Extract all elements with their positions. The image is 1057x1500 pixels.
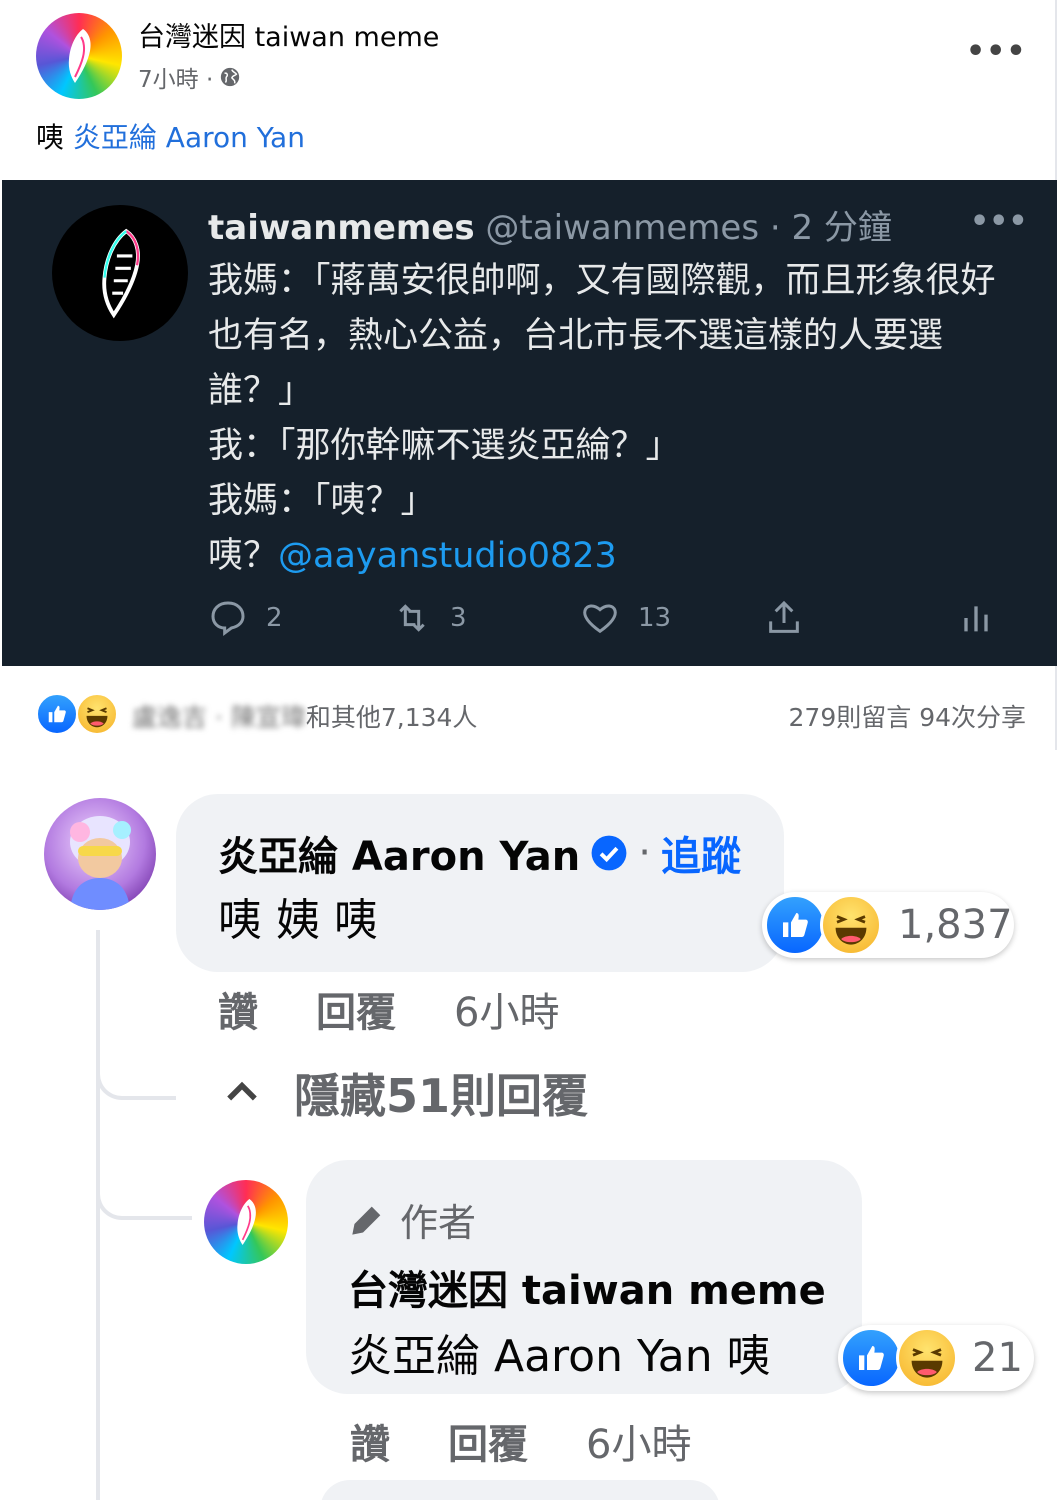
tweet-line: 我媽：「蔣萬安很帥啊，又有國際觀，而且形象很好也有名，熱心公益，台北市長不選這樣… xyxy=(208,261,996,411)
comment-reactions[interactable]: 1,837 xyxy=(762,892,1014,958)
comment-author: 炎亞綸 Aaron Yan · 追蹤 xyxy=(218,824,741,882)
next-comment-bubble xyxy=(320,1480,720,1500)
reply-actions: 讚 回覆 6小時 xyxy=(350,1412,691,1470)
tweet-analytics xyxy=(956,598,996,638)
reply-button[interactable]: 回覆 xyxy=(448,1412,528,1470)
hide-replies-label: 隱藏51則回覆 xyxy=(294,1069,589,1123)
tweet-body: 我媽：「蔣萬安很帥啊，又有國際觀，而且形象很好也有名，熱心公益，台北市長不選這樣… xyxy=(208,254,1018,584)
more-icon[interactable]: ••• xyxy=(966,34,1027,69)
share-icon xyxy=(769,600,799,633)
comment-count[interactable]: 279則留言 xyxy=(789,703,912,732)
author-label: 作者 xyxy=(400,1201,477,1245)
analytics-icon xyxy=(964,606,988,632)
reply-icon xyxy=(211,601,245,636)
heart-icon xyxy=(583,604,617,634)
taiwan-logo-icon xyxy=(102,228,140,319)
retweet-icon xyxy=(399,604,425,632)
comment-text: 咦 姨 咦 xyxy=(218,895,378,946)
reply-reactions[interactable]: 21 xyxy=(838,1325,1034,1391)
pencil-icon xyxy=(352,1206,381,1235)
comment-bubble: 炎亞綸 Aaron Yan · 追蹤 咦 姨 咦 xyxy=(176,794,784,972)
tweet-handle-time: @taiwanmemes · 2 分鐘 xyxy=(474,208,892,248)
haha-reaction-icon xyxy=(896,1327,958,1389)
chevron-up-icon xyxy=(227,1081,257,1101)
reply-time[interactable]: 6小時 xyxy=(586,1412,691,1470)
reaction-count: 21 xyxy=(972,1335,1023,1381)
post-card: 台灣迷因 taiwan meme 7小時 · ••• 咦 炎亞綸 Aaron Y… xyxy=(0,0,1057,750)
tweet-reply: 2 xyxy=(208,598,283,638)
tweet-screenshot: taiwanmemes @taiwanmemes · 2 分鐘 ••• 我媽：「… xyxy=(2,180,1057,666)
taiwan-logo-icon xyxy=(68,29,91,83)
follow-button[interactable]: 追蹤 xyxy=(661,824,741,882)
tweet-mention: @aayanstudio0823 xyxy=(278,536,617,576)
commenter-name[interactable]: 炎亞綸 Aaron Yan xyxy=(218,824,580,882)
tweet-share xyxy=(764,598,804,638)
reaction-names[interactable]: 盧逸吉 · 陳宣瑋和其他7,134人 xyxy=(132,698,477,734)
globe-icon xyxy=(221,67,240,87)
taiwan-logo-icon xyxy=(237,1199,256,1245)
post-time[interactable]: 7小時 · xyxy=(138,60,213,94)
post-text-prefix: 咦 xyxy=(36,121,73,154)
page-name[interactable]: 台灣迷因 taiwan meme xyxy=(138,15,439,54)
reaction-icons[interactable] xyxy=(36,693,126,735)
blurred-names: 盧逸吉 · 陳宣瑋 xyxy=(132,703,306,732)
thread-connector xyxy=(96,1170,192,1220)
avatar-image xyxy=(70,816,131,910)
comments-section: 炎亞綸 Aaron Yan · 追蹤 咦 姨 咦 1,837 讚 回覆 6小時 … xyxy=(0,750,1057,1500)
reply-author-name[interactable]: 台灣迷因 taiwan meme xyxy=(348,1258,826,1316)
tweet-more-icon: ••• xyxy=(970,204,1028,239)
page-avatar[interactable] xyxy=(36,13,122,99)
hide-replies-button[interactable]: 隱藏51則回覆 xyxy=(220,1060,588,1126)
reply-button[interactable]: 回覆 xyxy=(316,980,396,1038)
reply-bubble: 作者 台灣迷因 taiwan meme 炎亞綸 Aaron Yan 咦 xyxy=(306,1160,862,1394)
like-reaction-icon xyxy=(36,693,78,735)
commenter-avatar[interactable] xyxy=(44,798,156,910)
tagged-user-link[interactable]: 炎亞綸 Aaron Yan xyxy=(73,121,305,154)
separator-dot: · xyxy=(638,830,651,876)
like-reaction-icon xyxy=(840,1327,902,1389)
haha-reaction-icon xyxy=(820,894,882,956)
comment-time[interactable]: 6小時 xyxy=(454,980,559,1038)
thread-line xyxy=(96,930,100,1500)
reaction-count: 1,837 xyxy=(898,902,1013,948)
thread-connector xyxy=(96,1050,176,1100)
reply-text: 炎亞綸 Aaron Yan 咦 xyxy=(348,1331,771,1382)
tweet-actions: 2 3 13 xyxy=(208,598,998,648)
reply-count: 2 xyxy=(266,603,283,633)
author-badge: 作者 xyxy=(348,1192,476,1247)
post-meta: 7小時 · xyxy=(138,60,241,94)
verified-icon xyxy=(591,835,627,871)
tweet-author-name: taiwanmemes xyxy=(208,208,475,248)
share-count[interactable]: 94次分享 xyxy=(919,703,1026,732)
tweet-line: 咦？@aayanstudio0823 xyxy=(208,529,1018,584)
haha-reaction-icon xyxy=(76,693,118,735)
reply-avatar[interactable] xyxy=(204,1180,288,1264)
tweet-line: 我媽：「咦？」 xyxy=(208,481,436,521)
retweet-count: 3 xyxy=(450,603,467,633)
reaction-others: 和其他7,134人 xyxy=(305,703,478,732)
comment-actions: 讚 回覆 6小時 xyxy=(218,980,559,1038)
like-button[interactable]: 讚 xyxy=(218,980,258,1038)
tweet-retweet: 3 xyxy=(392,598,467,638)
tweet-like: 13 xyxy=(580,598,671,638)
reactions-bar: 盧逸吉 · 陳宣瑋和其他7,134人 279則留言 94次分享 xyxy=(36,690,1026,740)
tweet-header: taiwanmemes @taiwanmemes · 2 分鐘 xyxy=(208,200,892,249)
like-reaction-icon xyxy=(764,894,826,956)
like-count: 13 xyxy=(638,603,672,633)
tweet-avatar xyxy=(52,205,188,341)
post-counts: 279則留言 94次分享 xyxy=(789,698,1026,734)
like-button[interactable]: 讚 xyxy=(350,1412,390,1470)
post-text: 咦 炎亞綸 Aaron Yan xyxy=(36,116,305,156)
tweet-last-prefix: 咦？ xyxy=(208,536,279,576)
tweet-line: 我：「那你幹嘛不選炎亞綸？」 xyxy=(208,426,681,466)
